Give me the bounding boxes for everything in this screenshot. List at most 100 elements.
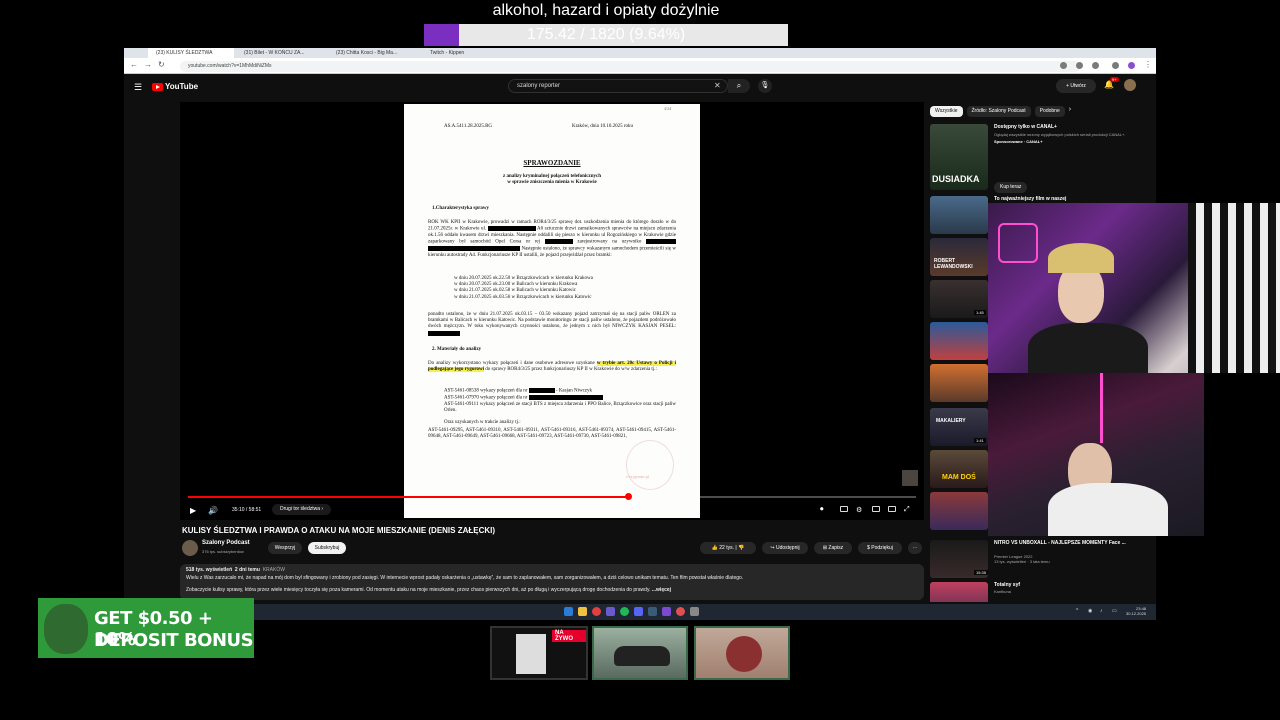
streamer-shirt — [1048, 483, 1168, 536]
thumbnail-text: MAKALIERY — [936, 418, 966, 424]
doc-paragraph: Oraz uzyskanych w trakcie analizy tj.: — [444, 420, 521, 425]
app-icon[interactable] — [662, 607, 671, 616]
redaction-block — [544, 239, 573, 245]
tray-chevron-icon[interactable]: ^ — [1076, 608, 1078, 614]
views-age: 13 tys. wyświetleń · 3 lata temu — [994, 559, 1050, 564]
search-button[interactable]: ⌕ — [728, 79, 750, 93]
app-icon[interactable] — [676, 607, 685, 616]
video-player[interactable]: 4/24 AS.A.5411.28.2025.RG Kraków, dnia 1… — [180, 102, 924, 520]
miniplayer-icon[interactable] — [872, 506, 880, 512]
tab-twitch[interactable]: Twitch - Kippen — [422, 48, 482, 58]
extension-icon[interactable] — [1076, 62, 1083, 69]
chrome-icon[interactable] — [592, 607, 601, 616]
support-button[interactable]: Wesprzyj — [268, 542, 302, 554]
tab-youtube-video[interactable]: (23) KULISY ŚLEDZTWA — [148, 48, 234, 58]
like-button[interactable]: 👍 22 tys. | 👎 — [700, 542, 756, 554]
profile-icon[interactable] — [1128, 62, 1135, 69]
description-text: Wielu z Was zarzucało mi, że napad na mó… — [186, 575, 744, 581]
money-thumbnail[interactable] — [694, 626, 790, 680]
chapter-button[interactable]: Drugi tor śledztwa › — [272, 504, 332, 515]
volume-icon[interactable]: 🔊 — [208, 506, 218, 515]
doc-subtitle: z analizy kryminalnej połączeń telefonic… — [404, 174, 700, 186]
car-thumbnail[interactable] — [592, 626, 688, 680]
app-icon[interactable] — [690, 607, 699, 616]
discord-icon[interactable] — [634, 607, 643, 616]
wifi-icon[interactable]: ◉ — [1088, 608, 1092, 614]
steam-icon[interactable] — [648, 607, 657, 616]
channel-name[interactable]: Szalony Podcast — [202, 540, 250, 546]
video-title: KULISY ŚLEDZTWA I PRAWDA O ATAKU NA MOJE… — [182, 526, 496, 535]
hamburger-menu-icon[interactable]: ☰ — [134, 82, 142, 93]
tab-3[interactable]: (23) Chitta Kosci - Big Ma... — [328, 48, 420, 58]
settings-gear-icon[interactable]: ⚙ — [856, 506, 862, 514]
menu-dots-icon[interactable]: ⋮ — [1144, 60, 1152, 69]
filter-chips: Wszystkie Źródło: Szalony Podcast Podobn… — [930, 106, 1071, 117]
search-input[interactable]: szalony reporter — [508, 79, 728, 93]
app-icon[interactable] — [606, 607, 615, 616]
casino-ad-banner[interactable]: GET $0.50 + 10% DEPOSIT BONUS — [38, 598, 254, 658]
chevron-right-icon[interactable]: › — [1069, 106, 1071, 117]
spotify-icon[interactable] — [620, 607, 629, 616]
url-input[interactable]: youtube.com/watch?v=1MhMdiNiZMs — [180, 61, 1080, 72]
neon-light — [1100, 373, 1103, 443]
redaction-block — [528, 388, 555, 393]
forward-icon[interactable]: → — [144, 60, 152, 69]
extension-icon[interactable] — [1092, 62, 1099, 69]
recommended-video[interactable]: 15:35 NITRO VS UNBOXALL - NAJLEPSZE MOME… — [930, 540, 1150, 580]
doc-place-date: Kraków, dnia 10.10.2025 roku — [572, 124, 634, 129]
fullscreen-icon[interactable]: ⤢ — [904, 506, 910, 514]
more-actions-icon[interactable]: ⋯ — [908, 542, 922, 554]
battery-icon[interactable]: ▭ — [1112, 608, 1117, 614]
play-icon[interactable]: ▶ — [190, 506, 196, 515]
recommended-video[interactable]: DUSIADKA Dostępny tylko w CANAL+ Oglądaj… — [930, 124, 1150, 193]
doc-text: do sprawy ROR4/3/25 przez funkcjonariusz… — [485, 367, 657, 373]
stream-goal-bar: 175.42 / 1820 (9.64%) — [424, 24, 788, 46]
buy-now-button[interactable]: Kup teraz — [994, 182, 1028, 193]
extension-icon[interactable] — [1060, 62, 1067, 69]
channel-avatar[interactable] — [182, 540, 198, 556]
chip-similar[interactable]: Podobne — [1034, 106, 1065, 117]
chip-source[interactable]: Źródło: Szalony Podcast — [966, 106, 1031, 117]
save-button[interactable]: ⊞ Zapisz — [814, 542, 852, 554]
mascot-image — [44, 604, 88, 654]
chip-all[interactable]: Wszystkie — [930, 106, 963, 117]
subtitles-icon[interactable] — [840, 506, 848, 512]
back-icon[interactable]: ← — [130, 60, 138, 69]
thumbnail-text: ROBERT LEWANDOWSKI — [934, 258, 973, 270]
clear-search-icon[interactable]: ✕ — [714, 81, 721, 90]
doc-text: - Kasjan Niwczyk — [555, 388, 593, 394]
stream-goal-progress-text: 175.42 / 1820 (9.64%) — [526, 26, 686, 43]
location-tag[interactable]: KRAKÓW — [263, 567, 285, 573]
money-stack-image — [726, 636, 762, 672]
show-more-link[interactable]: ...więcej — [652, 587, 671, 593]
video-thumbnail — [930, 364, 988, 402]
autoplay-toggle[interactable]: ⏺ — [820, 506, 824, 514]
extension-icon[interactable] — [1112, 62, 1119, 69]
stream-preview-thumbnail[interactable]: NA ŻYWO — [490, 626, 588, 680]
theater-mode-icon[interactable] — [888, 506, 896, 512]
voice-search-icon[interactable]: 🎙 — [758, 79, 772, 93]
progress-knob[interactable] — [624, 493, 632, 500]
reload-icon[interactable]: ↻ — [158, 60, 165, 69]
description-box[interactable]: 518 tys. wyświetleń 2 dni temu KRAKÓW Wi… — [180, 564, 924, 600]
doc-list-item: w dniu 21.07.2025 ok.03.56 w Brzączkowic… — [454, 294, 592, 300]
video-thumbnail: MAM DOŚ — [930, 450, 988, 488]
recommended-video[interactable]: Totalny syf Kanfkuna — [930, 582, 1150, 602]
progress-bar[interactable] — [188, 493, 916, 500]
video-duration: 15:35 — [974, 570, 989, 575]
tab-2[interactable]: (31) Bilet - W KOŃCU ZA... — [236, 48, 326, 58]
start-menu-icon[interactable] — [564, 607, 573, 616]
youtube-logo[interactable]: YouTube — [152, 82, 198, 91]
share-button[interactable]: ↪ Udostępnij — [762, 542, 808, 554]
create-button[interactable]: + Utwórz — [1056, 79, 1096, 93]
channel-watermark[interactable] — [902, 470, 918, 486]
account-avatar[interactable] — [1124, 79, 1136, 91]
video-thumbnail: DUSIADKA — [930, 124, 988, 190]
doc-text: AST-5461-09111 wykazy połączeń ze stacji… — [444, 401, 676, 413]
thanks-button[interactable]: $ Podziękuj — [858, 542, 902, 554]
video-title: To najważniejszy film w naszej — [994, 196, 1067, 202]
file-explorer-icon[interactable] — [578, 607, 587, 616]
volume-tray-icon[interactable]: ♪ — [1100, 608, 1103, 614]
system-clock[interactable]: 23:48 30.12.2025 — [1126, 606, 1146, 616]
subscribe-button[interactable]: Subskrybuj — [308, 542, 346, 554]
